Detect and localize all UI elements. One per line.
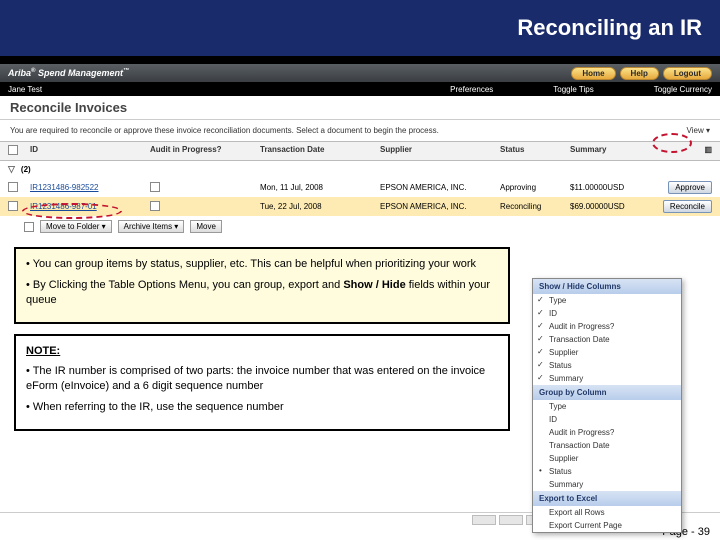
col-supplier[interactable]: Supplier: [380, 145, 500, 157]
tip-2: • By Clicking the Table Options Menu, yo…: [26, 278, 498, 308]
option-item[interactable]: ID: [533, 307, 681, 320]
option-item[interactable]: Supplier: [533, 346, 681, 359]
cell-date: Tue, 22 Jul, 2008: [260, 202, 380, 211]
cell-date: Mon, 11 Jul, 2008: [260, 183, 380, 192]
move-button[interactable]: Move: [190, 220, 222, 233]
view-dropdown[interactable]: View ▾: [687, 126, 710, 135]
group-count: (2): [21, 165, 31, 174]
group-item[interactable]: ID: [533, 413, 681, 426]
cell-summary: $11.00000USD: [570, 183, 650, 192]
move-to-folder-dropdown[interactable]: Move to Folder ▾: [40, 220, 112, 233]
help-button[interactable]: Help: [620, 67, 659, 80]
cell-status: Approving: [500, 183, 570, 192]
col-audit[interactable]: Audit in Progress?: [150, 145, 260, 157]
group-by-header: Group by Column: [533, 385, 681, 400]
note-1: • The IR number is comprised of two part…: [26, 364, 498, 394]
tip-1: • You can group items by status, supplie…: [26, 257, 498, 272]
expand-icon[interactable]: ▽: [8, 164, 15, 175]
option-item[interactable]: Transaction Date: [533, 333, 681, 346]
option-item[interactable]: Status: [533, 359, 681, 372]
option-item[interactable]: Summary: [533, 372, 681, 385]
instruction-text: You are required to reconcile or approve…: [10, 126, 439, 135]
table-options-menu: Show / Hide Columns Type ID Audit in Pro…: [532, 278, 682, 533]
col-status[interactable]: Status: [500, 145, 570, 157]
bulk-checkbox[interactable]: [24, 222, 34, 232]
menu-toggle-tips[interactable]: Toggle Tips: [553, 85, 593, 94]
note-label: NOTE:: [26, 345, 60, 357]
export-header: Export to Excel: [533, 491, 681, 506]
row-checkbox[interactable]: [8, 182, 18, 192]
status-box: [472, 515, 496, 525]
black-strip: [0, 56, 720, 64]
app-nav: Home Help Logout: [571, 67, 712, 80]
bulk-action-bar: Move to Folder ▾ Archive Items ▾ Move: [0, 216, 720, 237]
instruction-row: You are required to reconcile or approve…: [0, 120, 720, 141]
export-all[interactable]: Export all Rows: [533, 506, 681, 519]
group-item[interactable]: Transaction Date: [533, 439, 681, 452]
select-all-checkbox[interactable]: [8, 145, 18, 155]
page-heading: Reconcile Invoices: [0, 96, 720, 120]
group-item[interactable]: Summary: [533, 478, 681, 491]
home-button[interactable]: Home: [571, 67, 615, 80]
app-header: Ariba® Spend Management™ Home Help Logou…: [0, 64, 720, 82]
highlight-circle-icon: [22, 203, 122, 219]
group-row[interactable]: ▽ (2): [0, 161, 720, 178]
table-header-row: ID Audit in Progress? Transaction Date S…: [0, 141, 720, 161]
menu-toggle-currency[interactable]: Toggle Currency: [654, 85, 712, 94]
export-current[interactable]: Export Current Page: [533, 519, 681, 532]
group-item[interactable]: Status: [533, 465, 681, 478]
slide-title: Reconciling an IR: [517, 15, 702, 41]
reconcile-button[interactable]: Reconcile: [663, 200, 712, 213]
ir-link[interactable]: IR1231486-982522: [30, 183, 150, 192]
option-item[interactable]: Audit in Progress?: [533, 320, 681, 333]
group-item[interactable]: Audit in Progress?: [533, 426, 681, 439]
user-name: Jane Test: [8, 85, 108, 94]
group-item[interactable]: Supplier: [533, 452, 681, 465]
status-box: [499, 515, 523, 525]
col-summary[interactable]: Summary: [570, 145, 650, 157]
row-checkbox[interactable]: [8, 201, 18, 211]
note-2: • When referring to the IR, use the sequ…: [26, 400, 498, 415]
menu-preferences[interactable]: Preferences: [450, 85, 493, 94]
cell-supplier: EPSON AMERICA, INC.: [380, 202, 500, 211]
cell-supplier: EPSON AMERICA, INC.: [380, 183, 500, 192]
callout-note: NOTE: • The IR number is comprised of tw…: [14, 334, 510, 431]
slide-title-bar: Reconciling an IR: [0, 0, 720, 56]
table-row: IR1231486-982522 Mon, 11 Jul, 2008 EPSON…: [0, 178, 720, 197]
option-item[interactable]: Type: [533, 294, 681, 307]
menu-bar: Jane Test Preferences Toggle Tips Toggle…: [0, 82, 720, 96]
audit-checkbox[interactable]: [150, 201, 160, 211]
cell-status: Reconciling: [500, 202, 570, 211]
show-hide-header: Show / Hide Columns: [533, 279, 681, 294]
group-item[interactable]: Type: [533, 400, 681, 413]
col-date[interactable]: Transaction Date: [260, 145, 380, 157]
app-brand: Ariba® Spend Management™: [8, 68, 129, 78]
highlight-circle-icon: [652, 133, 692, 153]
logout-button[interactable]: Logout: [663, 67, 712, 80]
callout-tips: • You can group items by status, supplie…: [14, 247, 510, 324]
col-id[interactable]: ID: [30, 145, 150, 157]
cell-summary: $69.00000USD: [570, 202, 650, 211]
archive-items-dropdown[interactable]: Archive Items ▾: [118, 220, 185, 233]
approve-button[interactable]: Approve: [668, 181, 712, 194]
audit-checkbox[interactable]: [150, 182, 160, 192]
